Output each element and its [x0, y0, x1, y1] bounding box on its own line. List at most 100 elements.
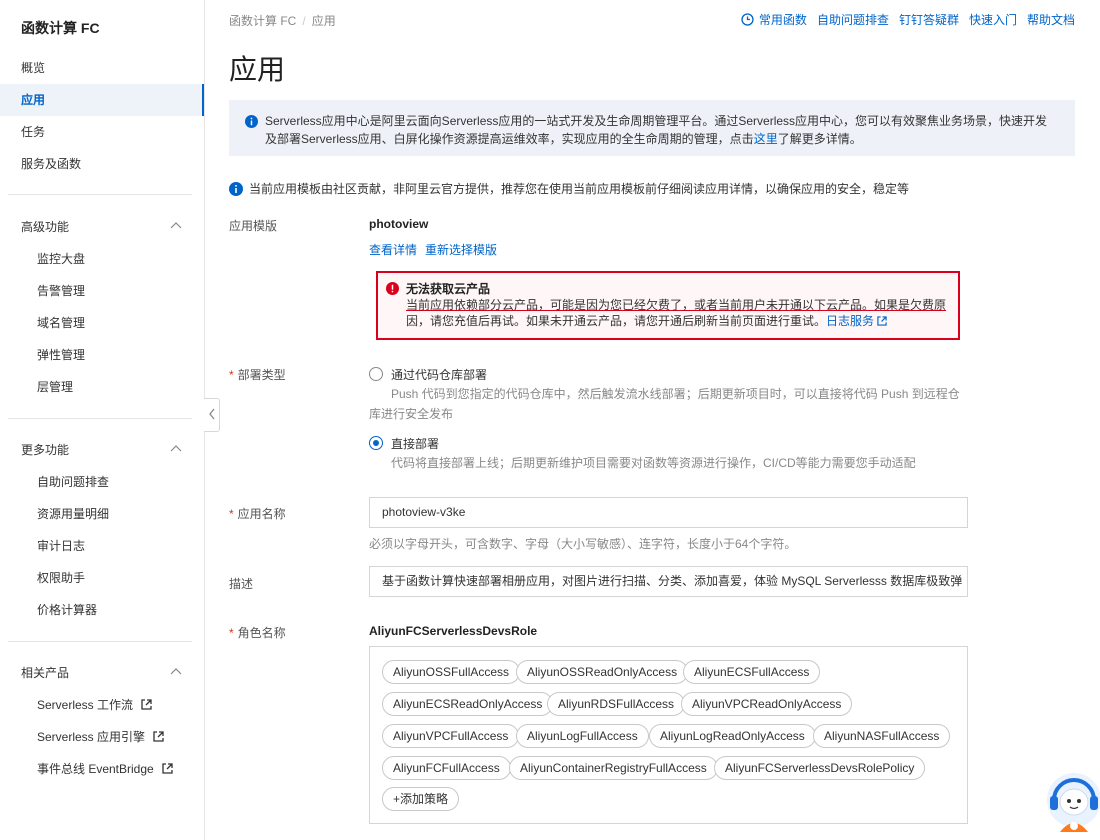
sidebar-item-services-functions[interactable]: 服务及函数 [0, 148, 204, 180]
sidebar-group-label: 高级功能 [21, 220, 70, 234]
description-input[interactable]: 基于函数计算快速部署相册应用，对图片进行扫描、分类、添加喜爱，体验 MySQL … [369, 566, 968, 597]
external-link-icon [141, 699, 153, 710]
app-name-hint: 必须以字母开头，可含数字、字母（大小写敏感）、连字符，长度小于64个字符。 [369, 537, 797, 551]
required-mark: * [229, 507, 234, 521]
error-icon [386, 282, 399, 295]
sidebar-item-permission-helper[interactable]: 权限助手 [0, 562, 204, 594]
sidebar-collapse-handle[interactable] [204, 398, 220, 432]
log-service-label: 日志服务 [826, 314, 875, 328]
self-troubleshoot-link[interactable]: 自助问题排查 [817, 11, 889, 28]
notice-text-end: 了解更多详情。 [777, 132, 862, 146]
deploy-direct-radio[interactable] [369, 436, 383, 450]
app-name-label-text: 应用名称 [237, 507, 286, 521]
breadcrumb-current: 应用 [311, 14, 336, 28]
common-functions-label: 常用函数 [758, 13, 807, 27]
sidebar-item-label: Serverless 应用引擎 [37, 730, 146, 744]
policy-tag: AliyunECSReadOnlyAccess [382, 692, 554, 716]
sidebar-item-serverless-app-engine[interactable]: Serverless 应用引擎 [0, 721, 204, 753]
policy-tag: AliyunVPCFullAccess [382, 724, 520, 748]
breadcrumb-separator: / [302, 14, 306, 28]
breadcrumb-root[interactable]: 函数计算 FC [229, 14, 296, 28]
help-docs-link[interactable]: 帮助文档 [1027, 11, 1075, 28]
add-policy-label: 添加策略 [400, 792, 449, 806]
deploy-direct-label[interactable]: 直接部署 [391, 435, 439, 452]
notice-here-link[interactable]: 这里 [754, 132, 778, 146]
error-text: 因，请您充值后再试。如果未开通云产品，请您开通后刷新当前页面进行重试。 [406, 314, 827, 328]
sidebar-item-scaling[interactable]: 弹性管理 [0, 339, 204, 371]
reselect-template-link[interactable]: 重新选择模版 [425, 243, 497, 257]
sidebar-item-domains[interactable]: 域名管理 [0, 307, 204, 339]
sidebar-item-price-calculator[interactable]: 价格计算器 [0, 594, 204, 626]
add-policy-button[interactable]: +添加策略 [382, 787, 460, 811]
sidebar-item-tasks[interactable]: 任务 [0, 116, 204, 148]
sidebar-divider [8, 194, 192, 195]
chevron-up-icon [170, 445, 182, 452]
sidebar-item-alerts[interactable]: 告警管理 [0, 275, 204, 307]
sidebar-item-usage[interactable]: 资源用量明细 [0, 498, 204, 530]
sidebar-group-related[interactable]: 相关产品 [21, 663, 186, 683]
policy-tag: AliyunNASFullAccess [813, 724, 951, 748]
support-assistant-icon[interactable] [1046, 770, 1100, 836]
sidebar-item-eventbridge[interactable]: 事件总线 EventBridge [0, 753, 204, 785]
info-notice: Serverless应用中心是阿里云面向Serverless应用的一站式开发及生… [229, 100, 1075, 156]
policy-tag: AliyunFCFullAccess [382, 756, 511, 780]
log-service-link[interactable]: 日志服务 [826, 314, 888, 328]
breadcrumb: 函数计算 FC / 应用 [229, 12, 336, 29]
policy-tag: AliyunVPCReadOnlyAccess [681, 692, 853, 716]
error-text-underlined: 当前应用依赖部分云产品，可能是因为您已经欠费了，或者当前用户未开通以下云产品。如… [406, 298, 947, 312]
clock-icon [741, 13, 754, 26]
chevron-left-icon [208, 408, 215, 420]
deploy-repo-radio[interactable] [369, 367, 383, 381]
sidebar-item-applications[interactable]: 应用 [0, 84, 204, 116]
sidebar-item-label: 事件总线 EventBridge [37, 762, 154, 776]
warning-text: 当前应用模板由社区贡献，非阿里云官方提供，推荐您在使用当前应用模板前仔细阅读应用… [249, 182, 910, 196]
policy-tag: AliyunLogFullAccess [516, 724, 649, 748]
policy-tag: AliyunOSSReadOnlyAccess [516, 660, 689, 684]
sidebar-item-overview[interactable]: 概览 [0, 52, 204, 84]
error-title: 无法获取云产品 [406, 282, 491, 296]
sidebar-group-label: 相关产品 [21, 666, 70, 680]
community-template-warning: 当前应用模板由社区贡献，非阿里云官方提供，推荐您在使用当前应用模板前仔细阅读应用… [229, 180, 909, 197]
sidebar-group-more[interactable]: 更多功能 [21, 440, 186, 460]
common-functions-link[interactable]: 常用函数 [741, 11, 807, 28]
policy-tag: AliyunOSSFullAccess [382, 660, 521, 684]
description-label: 描述 [229, 577, 254, 591]
quick-start-link[interactable]: 快速入门 [969, 11, 1017, 28]
error-body: 当前应用依赖部分云产品，可能是因为您已经欠费了，或者当前用户未开通以下云产品。如… [406, 297, 948, 329]
sidebar-item-audit-log[interactable]: 审计日志 [0, 530, 204, 562]
sidebar-group-advanced[interactable]: 高级功能 [21, 217, 186, 237]
chevron-up-icon [170, 222, 182, 229]
dingtalk-group-link[interactable]: 钉钉答疑群 [899, 11, 959, 28]
sidebar-divider [8, 641, 192, 642]
cloud-product-error: 无法获取云产品 当前应用依赖部分云产品，可能是因为您已经欠费了，或者当前用户未开… [376, 271, 960, 340]
required-mark: * [229, 626, 234, 640]
chevron-up-icon [170, 668, 182, 675]
view-details-link[interactable]: 查看详情 [369, 243, 417, 257]
sidebar-item-label: Serverless 工作流 [37, 698, 134, 712]
sidebar-item-troubleshoot[interactable]: 自助问题排查 [0, 466, 204, 498]
sidebar-item-layers[interactable]: 层管理 [0, 371, 204, 403]
deploy-direct-desc: 代码将直接部署上线；后期更新维护项目需要对函数等资源进行操作，CI/CD等能力需… [391, 456, 916, 470]
notice-text: Serverless应用中心是阿里云面向Serverless应用的一站式开发及生… [265, 114, 1048, 146]
policy-tag: AliyunContainerRegistryFullAccess [509, 756, 718, 780]
template-links: 查看详情 重新选择模版 [369, 241, 505, 258]
product-title: 函数计算 FC [21, 20, 100, 36]
page-title: 应用 [229, 54, 286, 85]
external-link-icon [877, 316, 888, 326]
deploy-type-label: * 部署类型 [229, 366, 286, 383]
sidebar-group-label: 更多功能 [21, 443, 70, 457]
deploy-repo-desc: Push 代码到您指定的代码仓库中，然后触发流水线部署；后期更新项目时，可以直接… [369, 387, 960, 421]
sidebar-item-serverless-workflow[interactable]: Serverless 工作流 [0, 689, 204, 721]
top-links: 常用函数 自助问题排查 钉钉答疑群 快速入门 帮助文档 [741, 11, 1075, 28]
sidebar-item-monitoring[interactable]: 监控大盘 [0, 243, 204, 275]
policy-tag: AliyunLogReadOnlyAccess [649, 724, 816, 748]
app-name-input[interactable]: photoview-v3ke [369, 497, 968, 528]
role-name-label-text: 角色名称 [237, 626, 286, 640]
policy-tag: AliyunECSFullAccess [683, 660, 821, 684]
external-link-icon [162, 763, 173, 774]
role-name-label: * 角色名称 [229, 624, 286, 641]
policy-tag: AliyunFCServerlessDevsRolePolicy [714, 756, 926, 780]
deploy-repo-label[interactable]: 通过代码仓库部署 [391, 366, 487, 383]
template-label: 应用模版 [229, 219, 278, 233]
template-value: photoview [369, 217, 429, 231]
